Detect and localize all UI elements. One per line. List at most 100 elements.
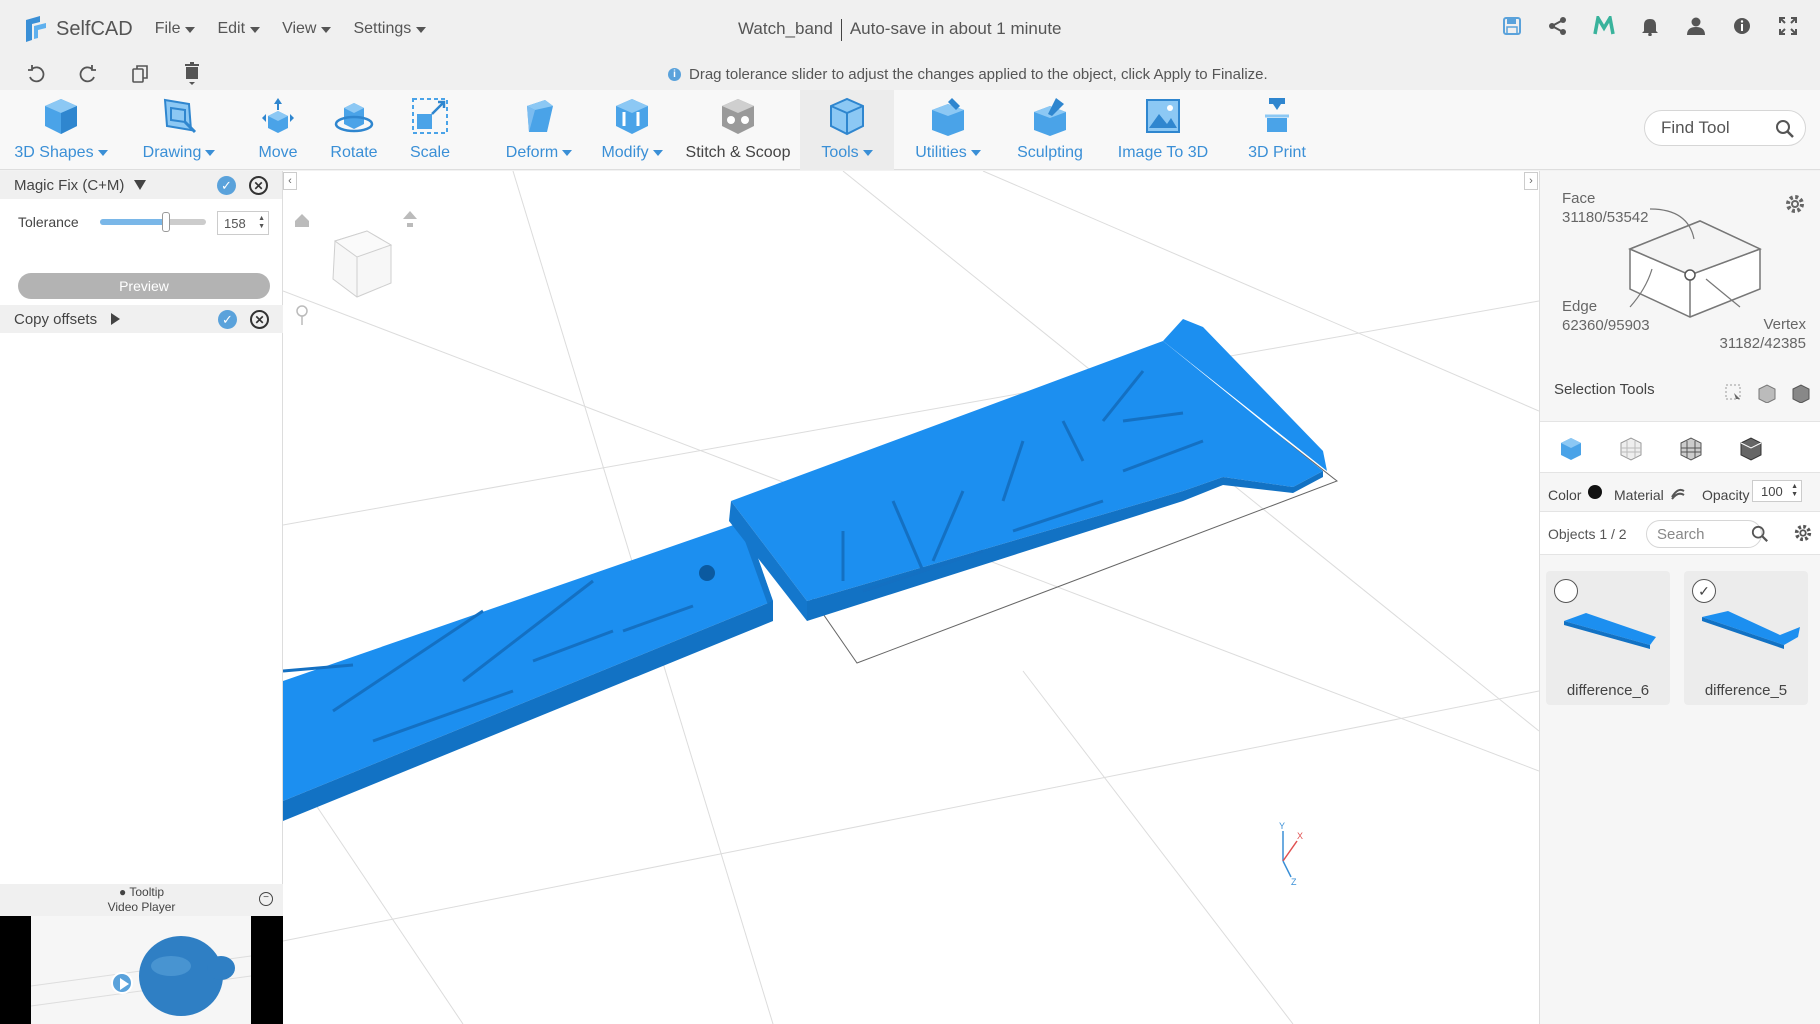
selfcad-logo-icon: [26, 16, 46, 42]
menu-file[interactable]: File: [155, 20, 196, 38]
search-icon[interactable]: [1775, 119, 1795, 139]
tool-drawing[interactable]: Drawing: [134, 90, 224, 170]
preview-button[interactable]: Preview: [18, 273, 270, 299]
find-tool-input[interactable]: Find Tool: [1644, 110, 1806, 146]
fullscreen-icon[interactable]: [1776, 14, 1800, 38]
tolerance-input[interactable]: 158 ▲ ▼: [217, 211, 269, 235]
volume-select-icon[interactable]: [1756, 383, 1778, 403]
material-icon[interactable]: [1670, 485, 1686, 504]
magic-fix-header[interactable]: Magic Fix (C+M) ✓ ✕: [0, 171, 282, 199]
play-icon[interactable]: [111, 972, 133, 994]
chevron-down-icon: [321, 27, 332, 33]
object-select-checkbox[interactable]: ✓: [1692, 579, 1716, 603]
menu-view[interactable]: View: [282, 20, 332, 38]
tolerance-slider-handle[interactable]: [161, 212, 170, 232]
expand-triangle-icon[interactable]: [111, 313, 121, 325]
vertex-mode-icon[interactable]: [1738, 436, 1764, 462]
minimize-icon[interactable]: −: [259, 892, 273, 906]
magic-m-icon[interactable]: [1592, 14, 1616, 38]
find-tool-placeholder: Find Tool: [1661, 118, 1730, 137]
action-bar: i Drag tolerance slider to adjust the ch…: [0, 58, 1820, 90]
tooltip-label: Tooltip: [129, 885, 165, 899]
main-toolbar: 3D Shapes Drawing Move Rotate Scale Defo…: [0, 90, 1820, 170]
copy-offsets-title: Copy offsets: [14, 310, 98, 328]
tolerance-slider[interactable]: [100, 212, 206, 232]
tool-move[interactable]: Move: [248, 90, 308, 170]
tool-scale[interactable]: Scale: [402, 90, 458, 170]
object-mode-icon[interactable]: [1558, 436, 1584, 462]
object-card[interactable]: difference_6: [1546, 571, 1670, 705]
chevron-down-icon: [862, 150, 873, 156]
scene-canvas[interactable]: Y X Z: [283, 171, 1539, 1024]
collapse-triangle-icon[interactable]: [134, 180, 147, 190]
selection-cube-diagram: [1628, 208, 1762, 318]
collapse-left-panel-button[interactable]: ‹: [283, 172, 297, 190]
apply-button[interactable]: ✓: [217, 176, 236, 195]
tool-utilities[interactable]: Utilities: [902, 90, 994, 170]
search-icon[interactable]: [1751, 525, 1769, 543]
tool-tools[interactable]: Tools: [800, 90, 894, 170]
chevron-down-icon: [970, 150, 981, 156]
logo[interactable]: SelfCAD: [22, 14, 133, 44]
edge-mode-icon[interactable]: [1678, 436, 1704, 462]
copy-offsets-row[interactable]: Copy offsets ✓ ✕: [0, 305, 283, 333]
menu-settings[interactable]: Settings: [353, 20, 427, 38]
stepper-arrows-icon[interactable]: ▲ ▼: [258, 215, 265, 231]
tool-image-to-3d[interactable]: Image To 3D: [1108, 90, 1218, 170]
view-cube[interactable]: [332, 230, 393, 298]
info-message-text: Drag tolerance slider to adjust the chan…: [689, 66, 1268, 83]
light-icon[interactable]: [403, 211, 417, 227]
cancel-button[interactable]: ✕: [249, 176, 268, 195]
user-icon[interactable]: [1684, 14, 1708, 38]
watch-band-left[interactable]: [283, 521, 773, 821]
copy-offsets-cancel-button[interactable]: ✕: [250, 310, 269, 329]
copy-icon[interactable]: [128, 62, 152, 86]
video-player[interactable]: [0, 916, 283, 1024]
objects-settings-gear-icon[interactable]: [1793, 523, 1813, 548]
locate-icon[interactable]: [296, 305, 308, 325]
tool-utilities-label: Utilities: [915, 144, 967, 161]
scale-icon: [412, 98, 448, 134]
share-icon[interactable]: [1546, 14, 1570, 38]
bell-icon[interactable]: [1638, 14, 1662, 38]
tool-3d-print[interactable]: 3D Print: [1232, 90, 1322, 170]
opacity-label: Opacity: [1702, 487, 1750, 503]
collapse-right-panel-button[interactable]: ›: [1524, 172, 1538, 190]
paint-select-icon[interactable]: [1790, 383, 1812, 403]
tool-deform[interactable]: Deform: [494, 90, 584, 170]
file-name[interactable]: Watch_band: [738, 19, 833, 41]
tool-stitch-scoop[interactable]: Stitch & Scoop: [680, 90, 796, 170]
object-card[interactable]: ✓ difference_5: [1684, 571, 1808, 705]
tool-3d-shapes[interactable]: 3D Shapes: [14, 90, 108, 170]
color-swatch[interactable]: [1588, 485, 1602, 499]
opacity-input[interactable]: 100 ▲ ▼: [1752, 480, 1802, 502]
3d-viewport[interactable]: Y X Z: [283, 171, 1539, 1024]
trash-icon[interactable]: [180, 62, 204, 86]
menu-edit[interactable]: Edit: [217, 20, 261, 38]
chevron-down-icon: [205, 150, 216, 156]
object-select-checkbox[interactable]: [1554, 579, 1578, 603]
redo-icon[interactable]: [76, 62, 100, 86]
stepper-arrows-icon[interactable]: ▲ ▼: [1791, 483, 1798, 499]
tool-modify[interactable]: Modify: [588, 90, 676, 170]
tooltip-video-bar[interactable]: ● Tooltip Video Player −: [0, 884, 283, 916]
object-name: difference_6: [1566, 682, 1650, 699]
home-view-icon[interactable]: [295, 214, 309, 227]
box-select-icon[interactable]: [1724, 383, 1744, 403]
tool-rotate[interactable]: Rotate: [320, 90, 388, 170]
copy-offsets-header[interactable]: Copy offsets ✓ ✕: [0, 305, 283, 333]
tool-sculpting[interactable]: Sculpting: [1010, 90, 1090, 170]
info-icon: ●: [118, 885, 130, 899]
objects-search-input[interactable]: Search: [1646, 520, 1768, 548]
face-mode-icon[interactable]: [1618, 436, 1644, 462]
magic-fix-title: Magic Fix (C+M): [14, 176, 125, 194]
copy-offsets-apply-button[interactable]: ✓: [218, 310, 237, 329]
save-icon[interactable]: [1500, 14, 1524, 38]
undo-icon[interactable]: [24, 62, 48, 86]
objects-header: Objects 1 / 2 Search: [1540, 511, 1820, 555]
chevron-down-icon: [250, 27, 261, 33]
info-icon[interactable]: [1730, 14, 1754, 38]
tool-sculpting-label: Sculpting: [1017, 144, 1083, 161]
settings-gear-icon[interactable]: [1784, 193, 1806, 220]
info-message: i Drag tolerance slider to adjust the ch…: [668, 66, 1268, 83]
